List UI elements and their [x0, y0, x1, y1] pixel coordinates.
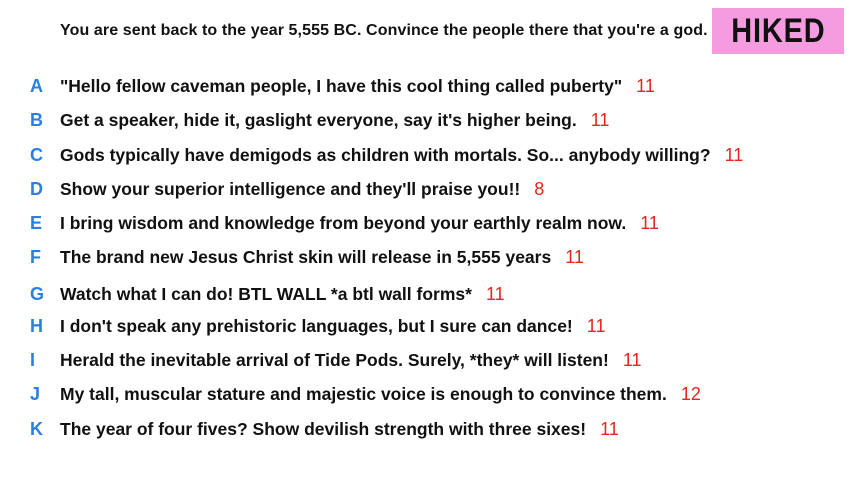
answer-text: My tall, muscular stature and majestic v…: [60, 384, 701, 405]
answer-body: I don't speak any prehistoric languages,…: [60, 315, 573, 336]
answer-letter: A: [30, 75, 43, 96]
answer-score: 11: [600, 418, 619, 439]
answer-letter: J: [30, 383, 41, 404]
answer-letter: B: [30, 109, 43, 130]
answer-letter: D: [30, 178, 43, 199]
answer-score: 11: [485, 283, 505, 304]
answer-letter: I: [30, 349, 36, 370]
answer-letter: C: [30, 144, 43, 165]
answer-body: Show your superior intelligence and they…: [60, 178, 521, 199]
answer-body: The brand new Jesus Christ skin will rel…: [60, 246, 552, 267]
answer-score: 8: [534, 178, 545, 199]
answer-score: 11: [640, 212, 659, 233]
answer-body: Herald the inevitable arrival of Tide Po…: [60, 349, 609, 370]
answer-text: "Hello fellow caveman people, I have thi…: [60, 76, 655, 97]
answer-score: 11: [636, 75, 655, 96]
answer-text: The brand new Jesus Christ skin will rel…: [60, 247, 584, 268]
answer-text: Gods typically have demigods as children…: [60, 145, 743, 166]
answer-body: Watch what I can do! BTL WALL *a btl wal…: [60, 283, 472, 304]
answer-letter: K: [30, 418, 43, 439]
answer-score: 11: [586, 315, 606, 336]
answer-text: I don't speak any prehistoric languages,…: [60, 316, 605, 337]
answer-text: Get a speaker, hide it, gaslight everyon…: [60, 110, 609, 131]
answer-text: I bring wisdom and knowledge from beyond…: [60, 213, 659, 234]
answer-list: A "Hello fellow caveman people, I have t…: [0, 0, 853, 480]
answer-score: 11: [622, 349, 642, 370]
answer-letter: E: [30, 212, 43, 233]
answer-body: The year of four fives? Show devilish st…: [60, 418, 587, 439]
answer-score: 12: [680, 383, 701, 404]
answer-text: Show your superior intelligence and they…: [60, 179, 544, 200]
answer-score: 11: [724, 144, 744, 165]
answer-letter: G: [30, 283, 45, 304]
answer-body: "Hello fellow caveman people, I have thi…: [60, 75, 623, 96]
answer-text: Herald the inevitable arrival of Tide Po…: [60, 350, 642, 371]
answer-letter: H: [30, 315, 43, 336]
answer-score: 11: [565, 246, 584, 267]
answer-body: Get a speaker, hide it, gaslight everyon…: [60, 109, 577, 130]
answer-body: My tall, muscular stature and majestic v…: [60, 383, 667, 404]
answer-text: Watch what I can do! BTL WALL *a btl wal…: [60, 284, 505, 305]
answer-text: The year of four fives? Show devilish st…: [60, 419, 619, 440]
answer-letter: F: [30, 246, 41, 267]
answer-body: I bring wisdom and knowledge from beyond…: [60, 212, 627, 233]
answer-score: 11: [590, 109, 610, 130]
answer-body: Gods typically have demigods as children…: [60, 144, 711, 165]
